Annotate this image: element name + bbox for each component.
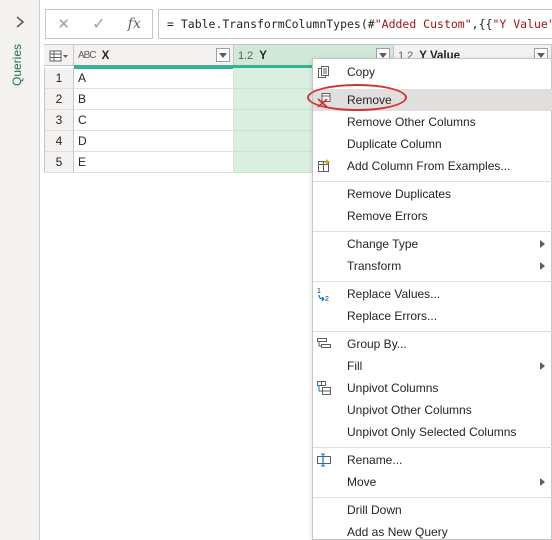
queries-pane-label[interactable]: Queries (10, 44, 30, 104)
fx-icon: fx (127, 16, 141, 32)
menu-item-remove[interactable]: Remove (313, 89, 552, 111)
table-row: 1 A (44, 68, 314, 89)
menu-item-move[interactable]: Move (313, 471, 552, 493)
table-cell-selected[interactable] (234, 131, 314, 152)
table-cell-selected[interactable] (234, 152, 314, 173)
menu-item-fill[interactable]: Fill (313, 355, 552, 377)
table-cell[interactable]: E (74, 152, 234, 173)
table-row: 3 C (44, 110, 314, 131)
column-header-label: Y (259, 49, 267, 62)
chevron-down-icon (537, 52, 545, 58)
menu-separator (313, 181, 552, 182)
menu-item-replace-values[interactable]: 12 Replace Values... (313, 283, 552, 305)
chevron-down-icon (379, 52, 387, 58)
menu-separator (313, 497, 552, 498)
menu-item-drill-down[interactable]: Drill Down (313, 499, 552, 521)
menu-item-transform[interactable]: Transform (313, 255, 552, 277)
text-type-icon[interactable]: ABC (78, 50, 97, 61)
table-cell-selected[interactable] (234, 110, 314, 131)
menu-item-group-by[interactable]: Group By... (313, 333, 552, 355)
decimal-type-icon[interactable]: 1.2 (238, 50, 253, 62)
rename-icon (315, 451, 333, 469)
insert-function-button[interactable]: fx (120, 12, 148, 36)
unpivot-icon (315, 379, 333, 397)
table-row: 5 E (44, 152, 314, 173)
row-number[interactable]: 5 (44, 152, 74, 173)
submenu-arrow-icon (540, 478, 545, 486)
chevron-right-icon (16, 16, 25, 28)
column-filter-button[interactable] (216, 48, 230, 62)
menu-item-unpivot-other-columns[interactable]: Unpivot Other Columns (313, 399, 552, 421)
table-row: 4 D (44, 131, 314, 152)
group-by-icon (315, 335, 333, 353)
menu-item-duplicate-column[interactable]: Duplicate Column (313, 133, 552, 155)
menu-item-remove-duplicates[interactable]: Remove Duplicates (313, 183, 552, 205)
table-cell[interactable]: B (74, 89, 234, 110)
menu-item-remove-other-columns[interactable]: Remove Other Columns (313, 111, 552, 133)
close-icon: ✕ (57, 16, 70, 33)
menu-item-add-column-from-examples[interactable]: Add Column From Examples... (313, 155, 552, 177)
menu-item-replace-errors[interactable]: Replace Errors... (313, 305, 552, 327)
menu-item-unpivot-columns[interactable]: Unpivot Columns (313, 377, 552, 399)
table-cell[interactable]: C (74, 110, 234, 131)
queries-pane: Queries (0, 0, 40, 540)
table-row: 2 B (44, 89, 314, 110)
copy-icon (315, 63, 333, 81)
formula-input[interactable]: = Table.TransformColumnTypes(#"Added Cus… (158, 9, 552, 39)
table-icon (49, 50, 68, 61)
checkmark-icon: ✓ (92, 16, 106, 33)
cancel-formula-button[interactable]: ✕ (50, 12, 78, 36)
replace-values-icon: 12 (315, 285, 333, 303)
menu-separator (313, 231, 552, 232)
table-cell-selected[interactable] (234, 68, 314, 89)
submenu-arrow-icon (540, 362, 545, 370)
menu-item-add-as-new-query[interactable]: Add as New Query (313, 521, 552, 540)
expand-queries-button[interactable] (10, 12, 30, 32)
add-column-from-examples-icon (315, 157, 333, 175)
menu-item-copy[interactable]: Copy (313, 61, 552, 83)
formula-bar-buttons: ✕ ✓ fx (45, 9, 153, 39)
commit-formula-button[interactable]: ✓ (85, 12, 113, 36)
svg-text:1: 1 (317, 288, 321, 295)
row-number[interactable]: 3 (44, 110, 74, 131)
menu-separator (313, 281, 552, 282)
submenu-arrow-icon (540, 240, 545, 248)
remove-icon (315, 91, 333, 109)
row-number[interactable]: 4 (44, 131, 74, 152)
formula-bar: ✕ ✓ fx = Table.TransformColumnTypes(#"Ad… (40, 0, 552, 44)
menu-item-remove-errors[interactable]: Remove Errors (313, 205, 552, 227)
table-cell[interactable]: D (74, 131, 234, 152)
submenu-arrow-icon (540, 262, 545, 270)
table-menu-button[interactable] (44, 45, 74, 66)
column-header-x[interactable]: ABC X (74, 45, 234, 66)
menu-item-rename[interactable]: Rename... (313, 449, 552, 471)
chevron-down-icon (219, 52, 227, 58)
row-number[interactable]: 1 (44, 68, 74, 89)
table-cell[interactable]: A (74, 68, 234, 89)
menu-item-unpivot-only-selected-columns[interactable]: Unpivot Only Selected Columns (313, 421, 552, 443)
menu-separator (313, 447, 552, 448)
column-header-label: X (101, 49, 110, 62)
table-cell-selected[interactable] (234, 89, 314, 110)
column-context-menu: Copy Remove Remove Other Columns Duplica… (312, 58, 552, 540)
row-number[interactable]: 2 (44, 89, 74, 110)
svg-text:2: 2 (325, 296, 329, 302)
menu-item-change-type[interactable]: Change Type (313, 233, 552, 255)
menu-separator (313, 331, 552, 332)
